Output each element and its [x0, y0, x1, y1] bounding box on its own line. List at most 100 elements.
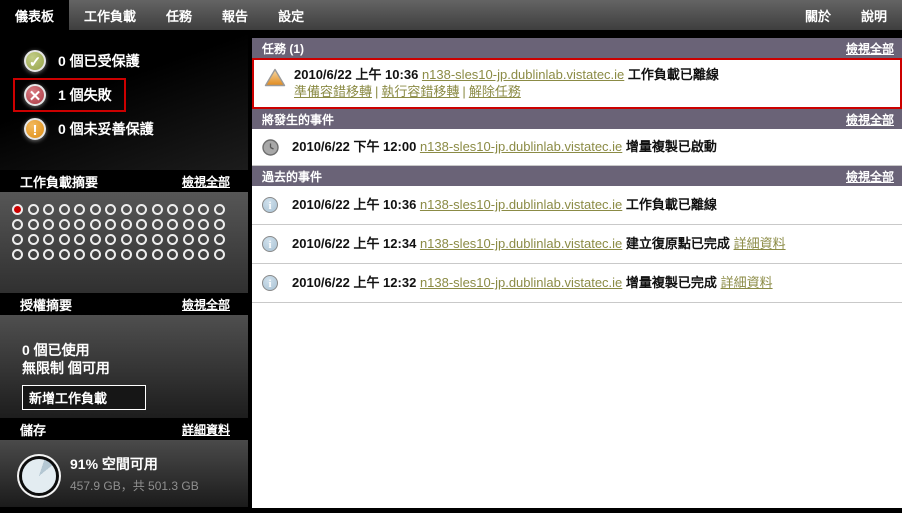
nav-item-dashboard[interactable]: 儀表板	[0, 0, 70, 30]
workload-dot	[151, 204, 163, 215]
dismiss-task-link[interactable]: 解除任務	[469, 84, 521, 99]
upcoming-events-section-header: 將發生的事件 檢視全部	[252, 109, 902, 129]
status-item-underprotected[interactable]: ! 0 個未妥善保護	[24, 118, 154, 140]
workload-dot	[43, 204, 54, 215]
workload-dot	[167, 234, 178, 245]
workload-grid	[12, 204, 248, 264]
task-message: 工作負載已離線	[627, 67, 719, 82]
tasks-view-all-link[interactable]: 檢視全部	[846, 40, 894, 57]
upcoming-event-host-link[interactable]: n138-sles10-jp.dublinlab.vistatec.ie	[420, 139, 622, 154]
workload-dot	[27, 204, 39, 215]
task-row: 2010/6/22 上午 10:36 n138-sles10-jp.dublin…	[252, 58, 902, 109]
workload-dot	[213, 249, 225, 260]
info-icon: i	[262, 275, 278, 291]
past-event-row: i 2010/6/22 上午 12:34 n138-sles10-jp.dubl…	[252, 225, 902, 264]
exclamation-circle-icon: !	[24, 118, 46, 140]
past-events-section-header: 過去的事件 檢視全部	[252, 166, 902, 186]
past-event-host-link[interactable]: n138-sles10-jp.dublinlab.vistatec.ie	[420, 236, 622, 251]
upcoming-event-row: 2010/6/22 下午 12:00 n138-sles10-jp.dublin…	[252, 129, 902, 166]
past-events-title: 過去的事件	[262, 169, 323, 184]
storage-text: 91% 空間可用 457.9 GB，共 501.3 GB	[70, 454, 199, 494]
status-item-failed[interactable]: ✕ 1 個失敗	[13, 78, 126, 112]
past-event-details-link[interactable]: 詳細資料	[734, 236, 786, 251]
status-failed-label: 1 個失敗	[58, 87, 112, 103]
info-icon: i	[262, 197, 278, 213]
workload-dot	[136, 249, 147, 260]
licenses-available-label: 無限制 個可用	[22, 360, 110, 376]
workload-dot	[213, 234, 225, 245]
nav-item-reports[interactable]: 報告	[207, 0, 263, 30]
workload-dot	[105, 219, 116, 230]
task-timestamp: 2010/6/22 上午 10:36	[294, 67, 419, 82]
past-event-host-link[interactable]: n138-sles10-jp.dublinlab.vistatec.ie	[420, 275, 622, 290]
protection-status-summary: ✓ 0 個已受保護 ✕ 1 個失敗 ! 0 個未妥善保護	[0, 30, 248, 170]
info-icon: i	[262, 236, 278, 252]
past-event-details-link[interactable]: 詳細資料	[721, 275, 773, 290]
status-item-protected[interactable]: ✓ 0 個已受保護	[24, 50, 140, 72]
workload-dot	[120, 204, 132, 215]
workload-dot	[89, 234, 101, 245]
workload-dot	[213, 219, 225, 230]
nav-item-tasks[interactable]: 任務	[151, 0, 207, 30]
check-circle-icon: ✓	[24, 50, 46, 72]
task-row-line1: 2010/6/22 上午 10:36 n138-sles10-jp.dublin…	[294, 66, 892, 83]
workload-summary-view-all-link[interactable]: 檢視全部	[182, 173, 230, 190]
license-summary-header: 授權摘要 檢視全部	[0, 293, 248, 315]
storage-size-label: 457.9 GB，共 501.3 GB	[70, 478, 199, 493]
workload-summary-panel	[0, 192, 248, 293]
storage-percent-label: 91% 空間可用	[70, 455, 158, 472]
storage-details-link[interactable]: 詳細資料	[182, 421, 230, 438]
task-actions: 準備容錯移轉 | 執行容錯移轉 | 解除任務	[294, 83, 892, 100]
workload-dot	[105, 204, 116, 215]
workload-dot	[182, 249, 194, 260]
workload-dot	[198, 219, 209, 230]
workload-dot	[27, 234, 39, 245]
clock-icon	[262, 139, 279, 160]
add-workload-button[interactable]: 新增工作負載	[22, 385, 146, 410]
nav-item-help[interactable]: 說明	[846, 0, 902, 30]
workload-dot	[198, 204, 209, 215]
past-event-message: 工作負載已離線	[625, 197, 717, 212]
license-summary-view-all-link[interactable]: 檢視全部	[182, 296, 230, 313]
workload-dot	[151, 249, 163, 260]
workload-dot	[27, 249, 39, 260]
licenses-used-label: 0 個已使用	[22, 342, 90, 358]
workload-dot	[74, 219, 85, 230]
workload-dot	[213, 204, 225, 215]
license-summary-panel: 0 個已使用 無限制 個可用 新增工作負載	[0, 315, 248, 418]
task-host-link[interactable]: n138-sles10-jp.dublinlab.vistatec.ie	[422, 67, 624, 82]
past-event-timestamp: 2010/6/22 上午 12:32	[292, 275, 417, 290]
workload-dot	[58, 219, 70, 230]
workload-dot	[120, 219, 132, 230]
upcoming-events-title: 將發生的事件	[262, 112, 335, 127]
workload-dot	[43, 219, 54, 230]
upcoming-events-view-all-link[interactable]: 檢視全部	[846, 111, 894, 128]
nav-item-about[interactable]: 關於	[790, 0, 846, 30]
workload-dot	[58, 249, 70, 260]
workload-dot	[12, 249, 23, 260]
workload-dot	[74, 249, 85, 260]
workload-dot	[12, 219, 23, 230]
main-panel: 任務 (1) 檢視全部 2010/6/22 上午 10:36 n138-sles…	[252, 38, 902, 508]
workload-dot-failed	[12, 204, 23, 215]
past-event-message: 建立復原點已完成	[625, 236, 730, 251]
workload-dot	[27, 219, 39, 230]
workload-dot	[43, 249, 54, 260]
run-failover-link[interactable]: 執行容錯移轉	[381, 84, 459, 99]
nav-item-workloads[interactable]: 工作負載	[69, 0, 151, 30]
workload-dot	[120, 249, 132, 260]
workload-dot	[74, 204, 85, 215]
workload-dot	[58, 234, 70, 245]
workload-dot	[167, 204, 178, 215]
nav-item-settings[interactable]: 設定	[263, 0, 319, 30]
workload-dot	[89, 249, 101, 260]
workload-dot	[167, 219, 178, 230]
past-events-view-all-link[interactable]: 檢視全部	[846, 168, 894, 185]
past-event-host-link[interactable]: n138-sles10-jp.dublinlab.vistatec.ie	[420, 197, 622, 212]
workload-dot	[58, 204, 70, 215]
upcoming-event-message: 增量複製已啟動	[625, 139, 717, 154]
prepare-failover-link[interactable]: 準備容錯移轉	[294, 84, 372, 99]
storage-header: 儲存 詳細資料	[0, 418, 248, 440]
sidebar: ✓ 0 個已受保護 ✕ 1 個失敗 ! 0 個未妥善保護 工作負載摘要 檢視全部…	[0, 30, 248, 513]
storage-panel: 91% 空間可用 457.9 GB，共 501.3 GB	[0, 440, 248, 507]
